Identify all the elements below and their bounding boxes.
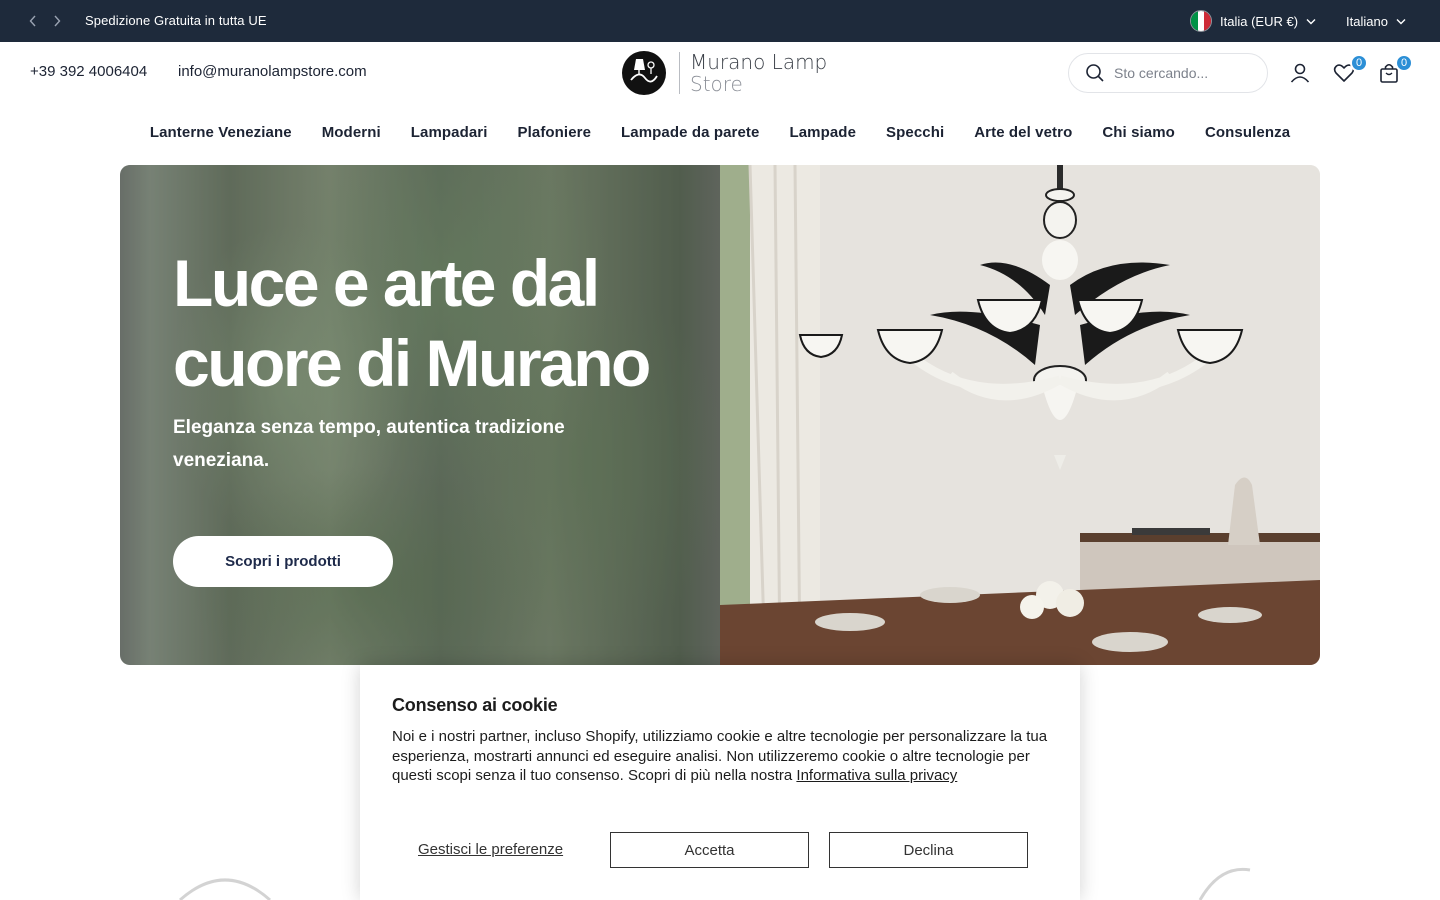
logo-line-2: Store [690,72,743,96]
cookie-text: Noi e i nostri partner, incluso Shopify,… [392,727,1048,786]
nav-item-chi-siamo[interactable]: Chi siamo [1102,124,1175,146]
cookie-consent-banner: Consenso ai cookie Noi e i nostri partne… [360,665,1080,900]
chevron-down-icon [1396,18,1406,24]
hero-chandelier-image [720,165,1320,665]
cookie-title: Consenso ai cookie [392,695,558,715]
logo-line-1: Murano Lamp [690,50,828,74]
decline-cookies-button[interactable]: Declina [829,832,1028,868]
language-selector[interactable]: Italiano [1346,8,1406,34]
hero-subtitle: Eleganza senza tempo, autentica tradizio… [173,417,565,471]
wishlist-count-badge: 0 [1350,54,1368,72]
nav-item-moderni[interactable]: Moderni [322,124,381,146]
accept-cookies-button[interactable]: Accetta [610,832,809,868]
hero-banner: Luce e arte dal cuore di Murano Eleganza… [120,165,1320,665]
nav-item-lampadari[interactable]: Lampadari [411,124,488,146]
nav-item-lampade-da-parete[interactable]: Lampade da parete [621,124,759,146]
shop-products-button[interactable]: Scopri i prodotti [173,536,393,587]
italy-flag-icon [1190,10,1212,32]
nav-item-consulenza[interactable]: Consulenza [1205,124,1290,146]
chevron-down-icon [1306,18,1316,24]
country-label: Italia (EUR €) [1220,13,1299,29]
chandelier-thumbnail [179,878,271,900]
cart-count-badge: 0 [1395,54,1413,72]
nav-item-lampade[interactable]: Lampade [789,124,856,146]
site-logo[interactable]: Murano Lamp Store [621,49,827,97]
nav-item-plafoniere[interactable]: Plafoniere [518,124,592,146]
hero-background-image: Luce e arte dal cuore di Murano Eleganza… [120,165,720,665]
privacy-policy-link[interactable]: Informativa sulla privacy [796,767,957,784]
user-icon [1290,63,1310,83]
cart-button[interactable]: 0 [1377,54,1413,85]
nav-item-arte-del-vetro[interactable]: Arte del vetro [974,124,1072,146]
wishlist-button[interactable]: 0 [1332,54,1368,85]
lamp-thumbnail [1198,867,1251,900]
hero-title: Luce e arte dal cuore di Murano [173,246,651,400]
nav-item-specchi[interactable]: Specchi [886,124,944,146]
email-link[interactable]: info@muranolampstore.com [178,63,367,80]
account-button[interactable] [1288,61,1312,85]
logo-divider [679,52,680,94]
announcement-text: Spedizione Gratuita in tutta UE [85,13,267,28]
search-input[interactable] [1114,65,1254,81]
nav-item-lanterne-veneziane[interactable]: Lanterne Veneziane [150,124,292,146]
search-box[interactable] [1068,53,1268,93]
main-navigation: Lanterne Veneziane Moderni Lampadari Pla… [0,124,1440,146]
language-label: Italiano [1346,13,1388,29]
chevron-right-icon[interactable] [49,12,65,30]
country-selector[interactable]: Italia (EUR €) [1190,8,1316,34]
chevron-left-icon[interactable] [25,12,41,30]
announcement-bar: Spedizione Gratuita in tutta UE Italia (… [0,0,1440,42]
logo-wordmark: Murano Lamp Store [690,51,827,95]
chandelier-dining-scene [720,165,1320,665]
manage-preferences-link[interactable]: Gestisci le preferenze [418,841,563,858]
cookie-actions: Gestisci le preferenze Accetta Declina [392,832,1048,868]
phone-link[interactable]: +39 392 4006404 [30,63,147,80]
logo-lamp-icon [622,51,666,95]
search-icon [1086,64,1104,82]
